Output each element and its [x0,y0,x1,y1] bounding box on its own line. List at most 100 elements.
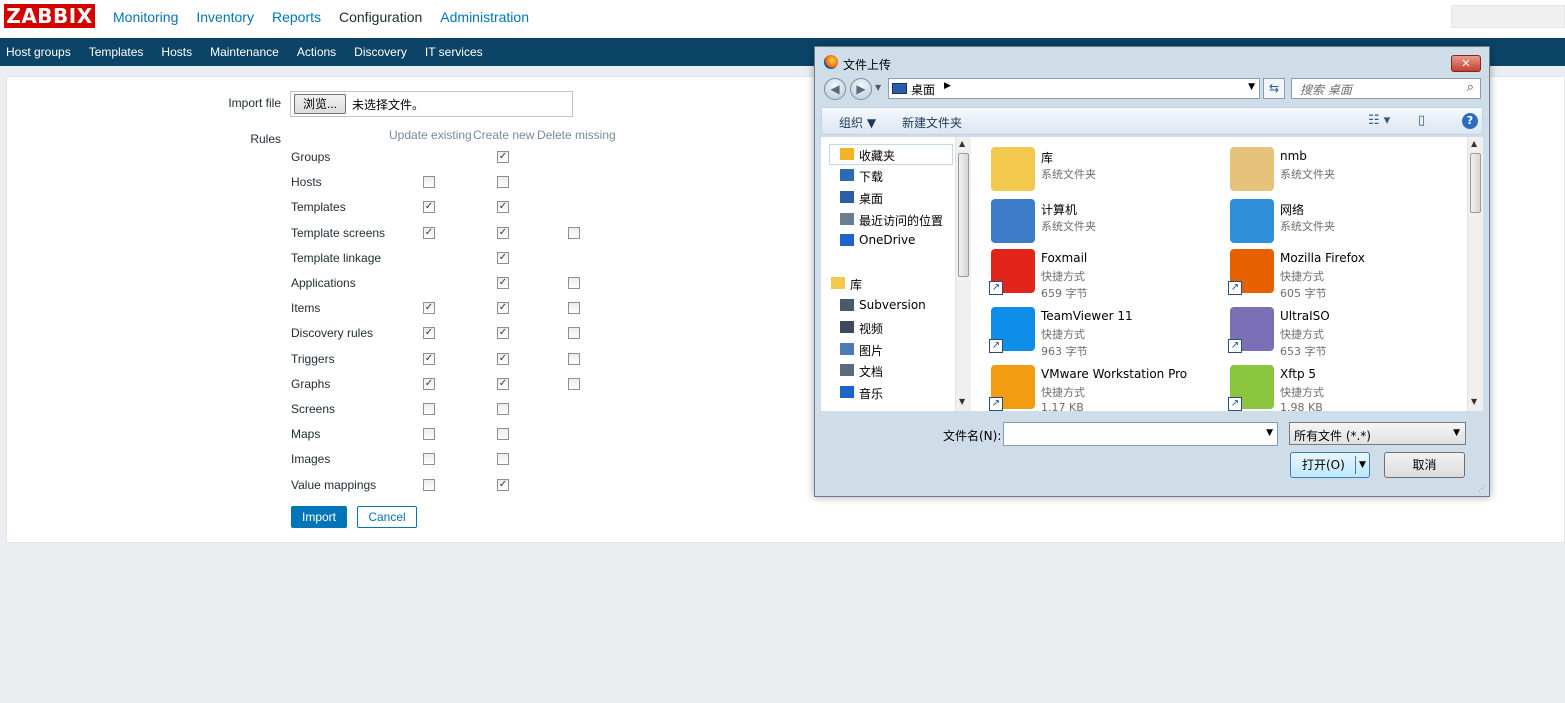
rule-items-update-checkbox[interactable]: ✓ [423,302,435,314]
chevron-down-icon[interactable]: ▼ [1248,82,1255,92]
rule-template-screens-delete-checkbox[interactable] [568,227,580,239]
files-scroll-thumb[interactable] [1470,153,1481,213]
file-item-name[interactable]: VMware Workstation Pro [1041,367,1187,381]
history-dropdown-icon[interactable]: ▼ [875,83,881,92]
chevron-down-icon[interactable]: ▼ [1266,428,1273,438]
rule-template-linkage-create-checkbox[interactable]: ✓ [497,252,509,264]
scroll-down-icon[interactable]: ▼ [1471,397,1477,406]
rule-discovery-rules-create-checkbox[interactable]: ✓ [497,327,509,339]
filetype-select[interactable]: 所有文件 (*.*) ▼ [1289,422,1466,445]
submenu-host-groups[interactable]: Host groups [0,38,80,66]
rule-maps-create-checkbox[interactable] [497,428,509,440]
submenu-templates[interactable]: Templates [80,38,153,66]
rule-items-delete-checkbox[interactable] [568,302,580,314]
new-folder-button[interactable]: 新建文件夹 [902,114,962,131]
nav-scrollbar[interactable]: ▲ ▼ [955,137,971,411]
file-item-name[interactable]: 计算机 [1041,201,1077,218]
rule-discovery-rules-update-checkbox[interactable]: ✓ [423,327,435,339]
scroll-up-icon[interactable]: ▲ [959,139,965,148]
submenu-it-services[interactable]: IT services [416,38,492,66]
scroll-up-icon[interactable]: ▲ [1471,139,1477,148]
files-scrollbar[interactable]: ▲ ▼ [1467,137,1483,411]
rule-images-update-checkbox[interactable] [423,453,435,465]
nav-item-label[interactable]: OneDrive [859,233,915,247]
file-item-name[interactable]: Mozilla Firefox [1280,251,1365,265]
submenu-hosts[interactable]: Hosts [152,38,201,66]
rule-triggers-create-checkbox[interactable]: ✓ [497,353,509,365]
nav-item-label[interactable]: 音乐 [859,385,883,402]
library-folder-icon[interactable] [991,147,1035,191]
file-item-name[interactable]: 库 [1041,149,1053,166]
file-item-name[interactable]: TeamViewer 11 [1041,309,1133,323]
rule-items-create-checkbox[interactable]: ✓ [497,302,509,314]
rule-triggers-delete-checkbox[interactable] [568,353,580,365]
global-search-input[interactable] [1451,5,1565,28]
nav-item-label[interactable]: 最近访问的位置 [859,212,943,229]
computer-icon[interactable] [991,199,1035,243]
menu-reports[interactable]: Reports [263,0,330,34]
view-options-icon[interactable]: ☷ ▾ [1368,113,1390,128]
menu-monitoring[interactable]: Monitoring [104,0,187,34]
resize-grip-icon[interactable]: ⋰ [1478,484,1486,493]
rule-graphs-create-checkbox[interactable]: ✓ [497,378,509,390]
import-file-input[interactable]: 浏览... 未选择文件。 [290,91,573,117]
rule-hosts-create-checkbox[interactable] [497,176,509,188]
filename-input[interactable]: ▼ [1003,422,1278,446]
nav-item-label[interactable]: 视频 [859,320,883,337]
menu-administration[interactable]: Administration [431,0,538,34]
nav-item-label[interactable]: 文档 [859,363,883,380]
rule-images-create-checkbox[interactable] [497,453,509,465]
rule-maps-update-checkbox[interactable] [423,428,435,440]
file-item-name[interactable]: UltraISO [1280,309,1330,323]
chevron-right-icon[interactable]: ▶ [944,81,951,91]
dialog-cancel-button[interactable]: 取消 [1384,452,1465,478]
file-item-name[interactable]: 网络 [1280,201,1304,218]
network-icon[interactable] [1230,199,1274,243]
nav-scroll-thumb[interactable] [958,153,969,277]
search-input[interactable]: 搜索 桌面 ⌕ [1291,78,1481,99]
rule-applications-delete-checkbox[interactable] [568,277,580,289]
nav-item-label[interactable]: 库 [850,276,862,293]
cancel-button[interactable]: Cancel [357,506,417,528]
refresh-button[interactable]: ⇆ [1263,78,1285,99]
organize-menu[interactable]: 组织 ▼ [839,114,876,131]
back-button[interactable]: ◀ [824,78,846,100]
rule-value-mappings-create-checkbox[interactable]: ✓ [497,479,509,491]
rule-screens-create-checkbox[interactable] [497,403,509,415]
rule-template-screens-create-checkbox[interactable]: ✓ [497,227,509,239]
nav-item-label[interactable]: Subversion [859,298,926,312]
rule-template-screens-update-checkbox[interactable]: ✓ [423,227,435,239]
nav-item-label[interactable]: 图片 [859,342,883,359]
menu-configuration[interactable]: Configuration [330,0,431,34]
file-item-name[interactable]: nmb [1280,149,1307,163]
nav-item-label[interactable]: 收藏夹 [859,147,895,164]
open-button[interactable]: 打开(O) ▼ [1290,452,1370,478]
preview-pane-icon[interactable]: ▯ [1418,113,1425,128]
rule-discovery-rules-delete-checkbox[interactable] [568,327,580,339]
nav-item-label[interactable]: 桌面 [859,190,883,207]
address-bar[interactable]: 桌面 ▶ ▼ [888,78,1260,99]
rule-hosts-update-checkbox[interactable] [423,176,435,188]
forward-button[interactable]: ▶ [850,78,872,100]
browse-button[interactable]: 浏览... [294,94,346,114]
zabbix-logo[interactable]: ZABBIX [4,4,95,28]
submenu-discovery[interactable]: Discovery [345,38,416,66]
rule-groups-create-checkbox[interactable]: ✓ [497,151,509,163]
submenu-actions[interactable]: Actions [288,38,345,66]
rule-templates-create-checkbox[interactable]: ✓ [497,201,509,213]
rule-screens-update-checkbox[interactable] [423,403,435,415]
user-folder-icon[interactable] [1230,147,1274,191]
rule-triggers-update-checkbox[interactable]: ✓ [423,353,435,365]
help-icon[interactable]: ? [1462,113,1478,129]
rule-applications-create-checkbox[interactable]: ✓ [497,277,509,289]
scroll-down-icon[interactable]: ▼ [959,397,965,406]
close-button[interactable]: ✕ [1451,55,1481,72]
import-button[interactable]: Import [291,506,347,528]
rule-templates-update-checkbox[interactable]: ✓ [423,201,435,213]
chevron-down-icon[interactable]: ▼ [1359,453,1366,477]
rule-graphs-delete-checkbox[interactable] [568,378,580,390]
submenu-maintenance[interactable]: Maintenance [201,38,288,66]
rule-graphs-update-checkbox[interactable]: ✓ [423,378,435,390]
nav-item-label[interactable]: 下载 [859,168,883,185]
file-item-name[interactable]: Foxmail [1041,251,1087,265]
